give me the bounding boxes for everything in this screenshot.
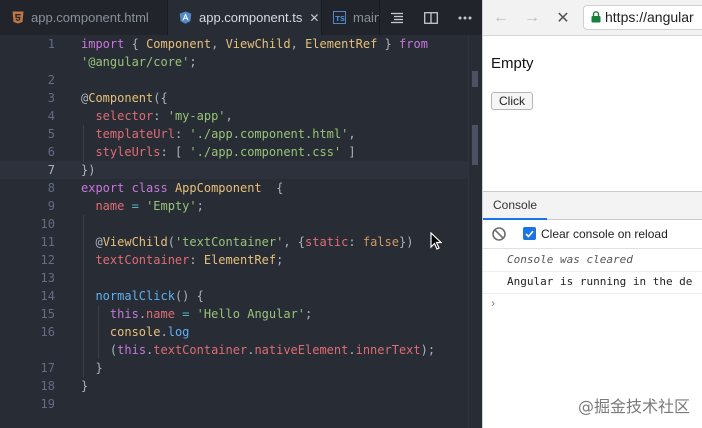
code-line: 12 textContainer: ElementRef; xyxy=(0,251,468,269)
line-number: 11 xyxy=(40,235,55,249)
line-number: 15 xyxy=(40,307,55,321)
clear-on-reload-label: Clear console on reload xyxy=(541,227,668,241)
indent-guide xyxy=(83,125,84,161)
indent-guide xyxy=(98,305,99,359)
console-message: Console was cleared xyxy=(483,249,702,272)
tab-label: main xyxy=(353,10,380,25)
line-number: 14 xyxy=(40,289,55,303)
code-line-current: 7}) xyxy=(0,161,468,179)
code-line: 1 import { Component, ViewChild, ElementR… xyxy=(0,35,468,53)
page-heading: Empty xyxy=(491,55,534,72)
tab-label: app.component.html xyxy=(31,10,149,25)
line-number: 3 xyxy=(47,91,55,105)
angular-file-icon xyxy=(179,11,192,24)
clear-console-icon[interactable] xyxy=(491,226,507,242)
editor-scrollbar[interactable] xyxy=(468,35,482,428)
code-line: 9 name = 'Empty'; xyxy=(0,197,468,215)
line-number: 7 xyxy=(47,163,55,177)
browser-toolbar: ← → ✕ https://angular xyxy=(483,0,702,36)
split-editor-icon[interactable] xyxy=(414,0,448,35)
code-line: 3 @Component({ xyxy=(0,89,468,107)
code-line: 10 xyxy=(0,215,468,233)
line-number: 1 xyxy=(47,37,55,51)
line-number: 5 xyxy=(47,127,55,141)
code-line-wrap: '@angular/core'; xyxy=(81,55,197,69)
scrollbar-marker xyxy=(472,125,478,165)
stop-button[interactable]: ✕ xyxy=(553,8,573,28)
code-editor-pane: app.component.html app.component.ts ✕ TS… xyxy=(0,0,482,428)
page-viewport: Empty Click xyxy=(483,36,702,191)
code-line: 2 xyxy=(0,71,468,89)
back-button[interactable]: ← xyxy=(491,8,511,28)
code-line: 16 console.log xyxy=(0,323,468,341)
line-number: 16 xyxy=(40,325,55,339)
devtools-tab-bar: Console xyxy=(483,192,702,220)
tab-app-component-ts[interactable]: app.component.ts ✕ xyxy=(168,0,322,35)
code-line: 13 xyxy=(0,269,468,287)
tab-console[interactable]: Console xyxy=(483,192,548,220)
editor-tab-bar: app.component.html app.component.ts ✕ TS… xyxy=(0,0,482,35)
line-number: 19 xyxy=(40,397,55,411)
code-line: 5 templateUrl: './app.component.html', xyxy=(0,125,468,143)
watermark: @掘金技术社区 xyxy=(577,397,690,416)
close-tab-icon[interactable]: ✕ xyxy=(309,11,319,25)
code-line-wrap: (this.textContainer.nativeElement.innerT… xyxy=(109,343,436,357)
line-number: 9 xyxy=(47,199,55,213)
more-icon[interactable] xyxy=(448,0,482,35)
typescript-file-icon: TS xyxy=(333,11,346,24)
line-number: 2 xyxy=(47,73,55,87)
code-line: 19 xyxy=(0,395,468,413)
line-number: 13 xyxy=(40,271,55,285)
line-number: 8 xyxy=(47,181,55,195)
code-line: 14 normalClick() { xyxy=(0,287,468,305)
editor-toolbar xyxy=(380,0,482,35)
console-message: Angular is running in the de xyxy=(483,271,702,294)
tab-main[interactable]: TS main xyxy=(322,0,380,35)
svg-text:TS: TS xyxy=(335,15,345,23)
line-number: 4 xyxy=(47,109,55,123)
code-line: 6 styleUrls: [ './app.component.css' ] xyxy=(0,143,468,161)
code-line: 17 } xyxy=(0,359,468,377)
html5-file-icon xyxy=(11,11,24,24)
code-line: 15 this.name = 'Hello Angular'; xyxy=(0,305,468,323)
lock-icon xyxy=(591,7,601,29)
line-number: 18 xyxy=(40,379,55,393)
browser-pane: ← → ✕ https://angular Empty Click Consol… xyxy=(482,0,702,428)
scrollbar-thumb[interactable] xyxy=(472,71,478,87)
tab-label: app.component.ts xyxy=(199,10,303,25)
console-prompt-chevron-icon[interactable]: › xyxy=(491,296,495,310)
line-number: 10 xyxy=(40,217,55,231)
code-line: 4 selector: 'my-app', xyxy=(0,107,468,125)
code-area[interactable]: 1 import { Component, ViewChild, ElementR… xyxy=(0,35,468,413)
outline-icon[interactable] xyxy=(380,0,414,35)
url-text: https://angular xyxy=(605,9,694,25)
tab-app-component-html[interactable]: app.component.html xyxy=(0,0,168,35)
code-line: 11 @ViewChild('textContainer', {static: … xyxy=(0,233,468,251)
code-line: 8 export class AppComponent { xyxy=(0,179,468,197)
console-toolbar: Clear console on reload xyxy=(483,220,702,249)
click-button[interactable]: Click xyxy=(491,92,533,110)
code-line: 18} xyxy=(0,377,468,395)
clear-on-reload-checkbox[interactable] xyxy=(523,227,536,240)
line-number: 12 xyxy=(40,253,55,267)
forward-button[interactable]: → xyxy=(522,8,542,28)
line-number: 17 xyxy=(40,361,55,375)
address-bar[interactable]: https://angular xyxy=(583,5,702,30)
indent-guide xyxy=(83,215,84,377)
mouse-pointer-icon xyxy=(430,231,443,255)
line-number: 6 xyxy=(47,145,55,159)
